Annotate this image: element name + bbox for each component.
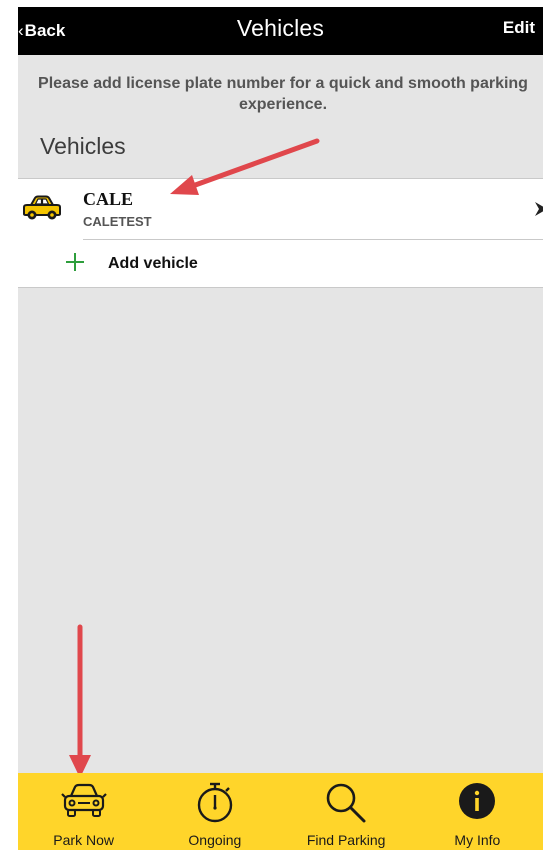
vehicle-name: CALE	[83, 189, 134, 209]
edit-button[interactable]: Edit	[503, 18, 535, 38]
tab-ongoing[interactable]: Ongoing	[149, 773, 280, 850]
section-title: Vehicles	[40, 133, 126, 159]
info-icon	[459, 783, 496, 819]
stopwatch-icon	[197, 782, 233, 823]
chevron-right-icon	[535, 202, 543, 216]
page-title: Vehicles	[236, 15, 325, 41]
tab-my-info[interactable]: My Info	[412, 773, 543, 850]
info-message: Please add license plate number for a qu…	[38, 75, 528, 113]
tab-label: Find Parking	[306, 832, 386, 848]
tab-label: Park Now	[53, 832, 114, 848]
tab-park-now[interactable]: Park Now	[18, 773, 149, 850]
add-vehicle-label: Add vehicle	[108, 255, 198, 272]
search-icon	[326, 783, 366, 823]
plus-icon	[66, 253, 84, 271]
vehicle-list: CALE CALETEST Add vehicle	[18, 178, 543, 288]
tab-label: My Info	[454, 832, 501, 848]
tab-bar: Park Now Ongoing Find Parking My Info	[18, 773, 543, 850]
tab-label: Ongoing	[188, 832, 242, 848]
annotation-arrow-park-now	[69, 624, 91, 778]
vehicle-row[interactable]: CALE CALETEST	[18, 179, 543, 240]
vehicles-screen: ‹ Back Vehicles Edit Please add license …	[18, 7, 543, 850]
vehicle-plate: CALETEST	[83, 214, 152, 229]
navigation-bar: ‹ Back Vehicles Edit	[18, 7, 543, 55]
tab-find-parking[interactable]: Find Parking	[281, 773, 412, 850]
add-vehicle-button[interactable]: Add vehicle	[18, 240, 543, 287]
car-front-icon	[60, 783, 107, 817]
car-icon	[23, 195, 61, 220]
